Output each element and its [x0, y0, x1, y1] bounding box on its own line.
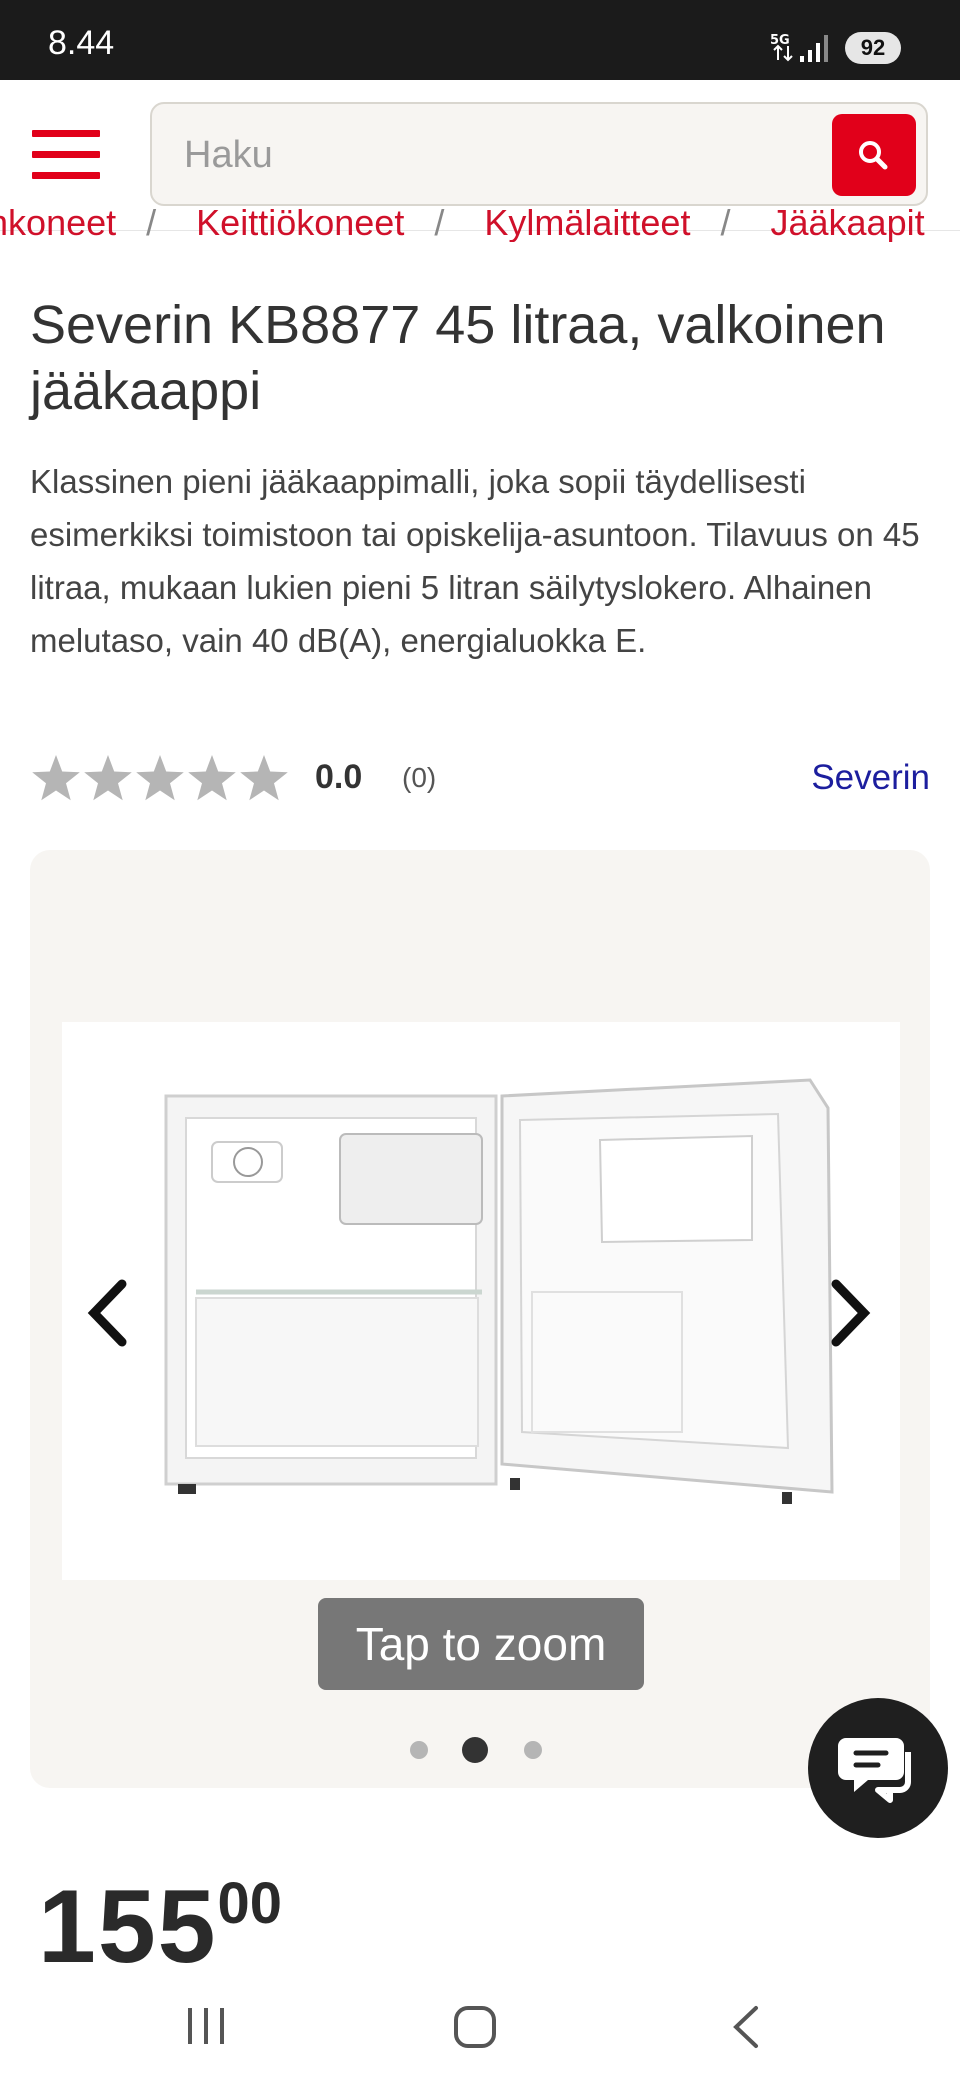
rating-stars[interactable] [30, 752, 292, 806]
search-icon [859, 141, 888, 170]
status-bar: 8.44 5G 92 [0, 0, 960, 80]
gallery-pagination [410, 1732, 560, 1763]
chevron-left-icon [87, 1279, 127, 1347]
fridge-image [164, 1078, 834, 1504]
product-title: Severin KB8877 45 litraa, valkoinen jääk… [30, 295, 886, 421]
star-icon [84, 755, 132, 801]
rating-row: 0.0 (0) Severin [30, 752, 930, 812]
product-image[interactable] [62, 1022, 900, 1580]
recent-apps-icon[interactable] [184, 2004, 230, 2048]
rating-value: 0.0 [315, 758, 363, 796]
menu-button[interactable] [32, 130, 100, 180]
product-price: 15500 [38, 1868, 282, 1987]
star-icon [240, 755, 288, 801]
search-box [150, 102, 928, 206]
breadcrumb-item[interactable]: Kylmälaitteet [484, 202, 690, 242]
gallery-prev-button[interactable] [78, 1268, 138, 1358]
tap-to-zoom-button[interactable]: Tap to zoom [318, 1598, 644, 1690]
back-icon[interactable] [726, 2002, 766, 2052]
hamburger-icon-bar [32, 151, 100, 158]
star-icon [136, 755, 184, 801]
product-gallery: Tap to zoom [30, 850, 930, 1788]
chat-button[interactable] [808, 1698, 948, 1838]
gallery-dot[interactable] [462, 1737, 488, 1763]
gallery-dot[interactable] [524, 1741, 542, 1759]
star-icon [32, 755, 80, 801]
network-label: 5G [770, 33, 790, 48]
search-button[interactable] [832, 114, 916, 196]
brand-link[interactable]: Severin [811, 758, 930, 798]
status-time: 8.44 [48, 24, 115, 62]
chevron-right-icon [831, 1279, 871, 1347]
product-description: Klassinen pieni jääkaappimalli, joka sop… [30, 463, 920, 659]
breadcrumb-item[interactable]: Jääkaapit [770, 202, 924, 242]
star-icon [188, 755, 236, 801]
search-input[interactable] [182, 124, 746, 186]
signal-icon: 5G [770, 30, 838, 69]
chat-icon [838, 1738, 911, 1803]
system-nav-bar [0, 1976, 960, 2080]
price-main: 155 [38, 1869, 218, 1985]
breadcrumb-item[interactable]: uinkoneet [0, 202, 116, 242]
breadcrumb-item[interactable]: Keittiökoneet [196, 202, 404, 242]
battery-indicator: 92 [845, 32, 901, 64]
breadcrumb: uinkoneet/ Keittiökoneet/ Kylmälaitteet/… [0, 202, 960, 242]
hamburger-icon-bar [32, 172, 100, 179]
gallery-next-button[interactable] [820, 1268, 880, 1358]
price-cents: 00 [217, 1871, 283, 1936]
home-icon[interactable] [452, 2004, 498, 2050]
gallery-dot[interactable] [410, 1741, 428, 1759]
hamburger-icon-bar [32, 130, 100, 137]
rating-count[interactable]: (0) [402, 762, 436, 794]
